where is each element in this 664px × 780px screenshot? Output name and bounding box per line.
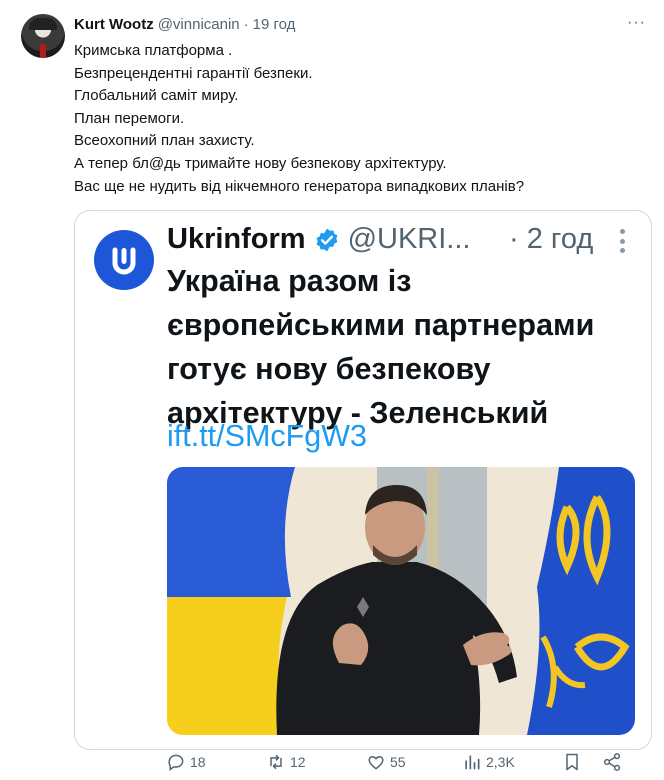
author-name[interactable]: Kurt Wootz <box>74 16 154 33</box>
tweet-line: Кримська платформа . <box>74 42 233 59</box>
quoted-line: європейськими партнерами <box>167 308 595 342</box>
tweet-line: А тепер бл@дь тримайте нову безпекову ар… <box>74 154 447 172</box>
tweet-line: План перемоги. <box>74 109 185 127</box>
share-icon <box>603 753 621 771</box>
tweet[interactable]: Kurt Wootz @vinnicanin · 19 год ··· Крим… <box>0 0 664 780</box>
views-icon <box>465 755 480 770</box>
avatar-tie <box>40 44 46 58</box>
repost-count: 12 <box>290 754 306 770</box>
quoted-author-name[interactable]: Ukrinform <box>167 223 306 256</box>
like-count: 55 <box>390 754 406 770</box>
like-button[interactable]: 55 <box>366 752 406 772</box>
tweet-line: Всеохопний план захисту. <box>74 132 255 150</box>
author-handle[interactable]: @vinnicanin <box>158 16 240 33</box>
tweet-time[interactable]: 19 год <box>253 16 296 33</box>
quoted-time[interactable]: · 2 год <box>509 223 593 256</box>
avatar-hat <box>29 18 57 30</box>
quoted-link[interactable]: ift.tt/SMcFgW3 <box>167 419 367 454</box>
tweet-actions: 18 12 55 2,3K <box>166 752 636 774</box>
quoted-line: Україна разом із <box>167 264 412 298</box>
quoted-tweet-card[interactable]: Ukrinform @UKRI... · 2 год Україна разом… <box>74 210 652 750</box>
views-count: 2,3K <box>486 754 515 770</box>
reply-icon <box>168 754 184 771</box>
avatar[interactable] <box>21 14 65 58</box>
dot <box>619 238 625 244</box>
tweet-text: Кримська платформа . Безпрецендентні гар… <box>74 40 634 198</box>
reply-button[interactable]: 18 <box>166 752 206 772</box>
tweet-header: Kurt Wootz @vinnicanin · 19 год <box>74 14 295 34</box>
repost-button[interactable]: 12 <box>266 752 306 772</box>
more-options-icon[interactable]: ··· <box>627 14 646 32</box>
tweet-line: Глобальний саміт миру. <box>74 87 239 105</box>
quoted-more-icon[interactable] <box>619 229 625 253</box>
like-icon <box>368 755 384 770</box>
dot <box>619 248 625 253</box>
dot <box>619 229 625 234</box>
quoted-author-handle[interactable]: @UKRI... <box>348 223 471 256</box>
quoted-text: Україна разом із європейськими партнерам… <box>167 259 594 435</box>
tweet-line: Вас ще не нудить від нікчемного генерато… <box>74 177 525 195</box>
separator-dot: · <box>243 15 249 33</box>
bookmark-icon <box>566 753 578 771</box>
repost-icon <box>270 754 282 770</box>
news-photo[interactable] <box>167 467 635 735</box>
quoted-header: Ukrinform @UKRI... <box>167 223 470 256</box>
ukrinform-logo <box>94 230 154 290</box>
reply-count: 18 <box>190 754 206 770</box>
flag-blue-stripe <box>167 467 295 597</box>
flag-yellow-stripe <box>167 597 287 735</box>
tweet-line: Безпрецендентні гарантії безпеки. <box>74 64 313 82</box>
views-button[interactable]: 2,3K <box>462 752 515 772</box>
news-photo-illustration <box>167 467 635 735</box>
verified-icon <box>314 227 340 253</box>
bookmark-button[interactable] <box>562 752 582 772</box>
quoted-line: готує нову безпекову <box>167 352 491 386</box>
share-button[interactable] <box>602 752 622 772</box>
